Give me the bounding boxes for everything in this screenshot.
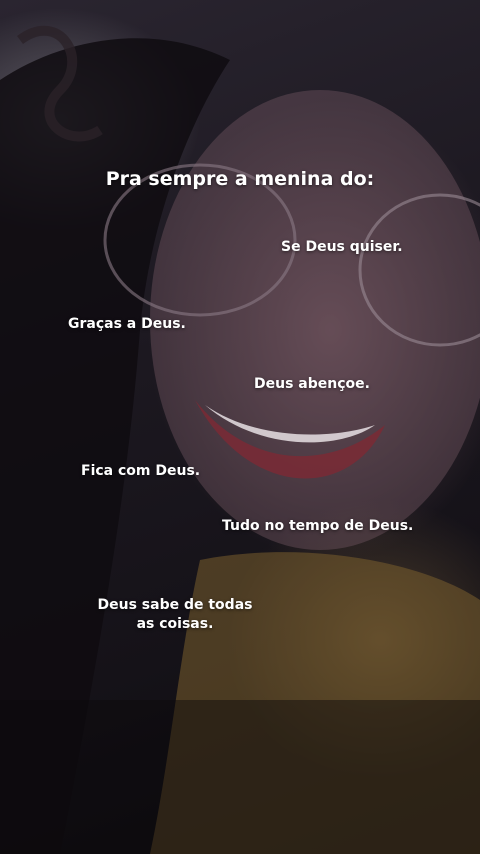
phrase-se-deus-quiser: Se Deus quiser. <box>281 239 403 255</box>
story-frame: Pra sempre a menina do: Se Deus quiser. … <box>0 0 480 854</box>
phrase-fica-com-deus: Fica com Deus. <box>81 463 201 479</box>
background-photo <box>0 25 480 854</box>
bottom-vignette <box>0 700 480 854</box>
phrase-gracas-a-deus: Graças a Deus. <box>68 316 186 332</box>
story-title: Pra sempre a menina do: <box>105 168 375 190</box>
face-shape <box>150 90 480 550</box>
phrase-deus-sabe: Deus sabe de todas as coisas. <box>97 597 253 632</box>
phrase-tudo-no-tempo: Tudo no tempo de Deus. <box>222 518 414 534</box>
phrase-deus-abencoe: Deus abençoe. <box>254 376 370 392</box>
